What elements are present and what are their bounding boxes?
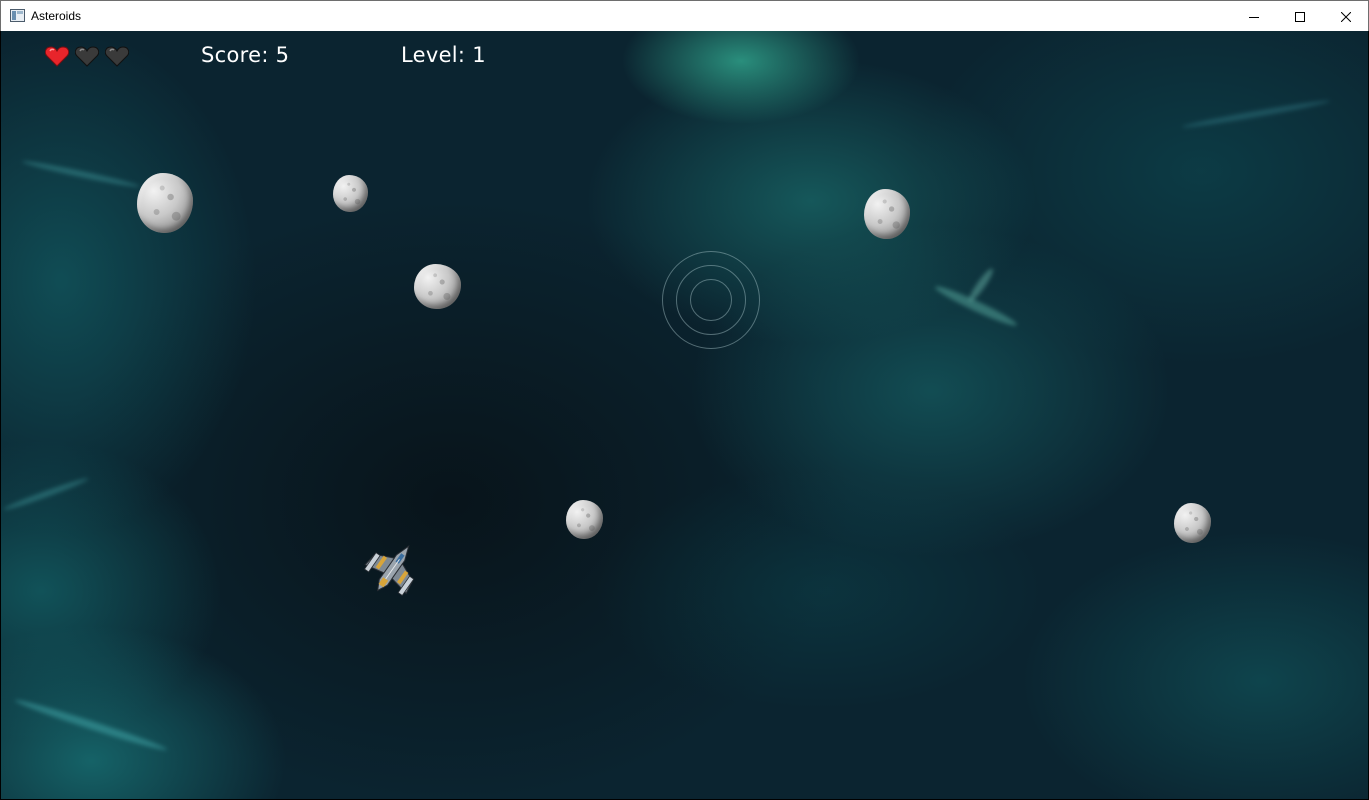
close-icon xyxy=(1341,11,1351,22)
asteroid xyxy=(414,264,461,309)
heart-icon xyxy=(105,46,129,67)
close-button[interactable] xyxy=(1323,1,1369,32)
game-canvas[interactable]: Score: 5 Level: 1 xyxy=(1,31,1368,799)
maximize-button[interactable] xyxy=(1277,1,1323,32)
app-icon xyxy=(10,9,25,22)
level-display: Level: 1 xyxy=(401,43,486,67)
nebula-filament xyxy=(21,158,141,190)
asteroid xyxy=(864,189,910,239)
heart-icon xyxy=(45,46,69,67)
spawn-ring xyxy=(690,279,732,321)
spaceship-icon xyxy=(363,545,415,597)
nebula-filament xyxy=(966,266,996,304)
minimize-icon xyxy=(1249,16,1259,18)
minimize-button[interactable] xyxy=(1231,1,1277,32)
asteroid xyxy=(333,175,368,212)
nebula-filament xyxy=(2,475,90,513)
nebula-filament xyxy=(1181,98,1331,130)
window-titlebar[interactable]: Asteroids xyxy=(0,0,1369,31)
asteroid xyxy=(1174,503,1211,543)
heart-icon xyxy=(75,46,99,67)
score-display: Score: 5 xyxy=(201,43,290,67)
asteroid xyxy=(137,173,193,233)
maximize-icon xyxy=(1295,11,1305,22)
asteroid xyxy=(566,500,603,539)
window-title: Asteroids xyxy=(31,9,82,23)
nebula-filament xyxy=(13,696,169,754)
